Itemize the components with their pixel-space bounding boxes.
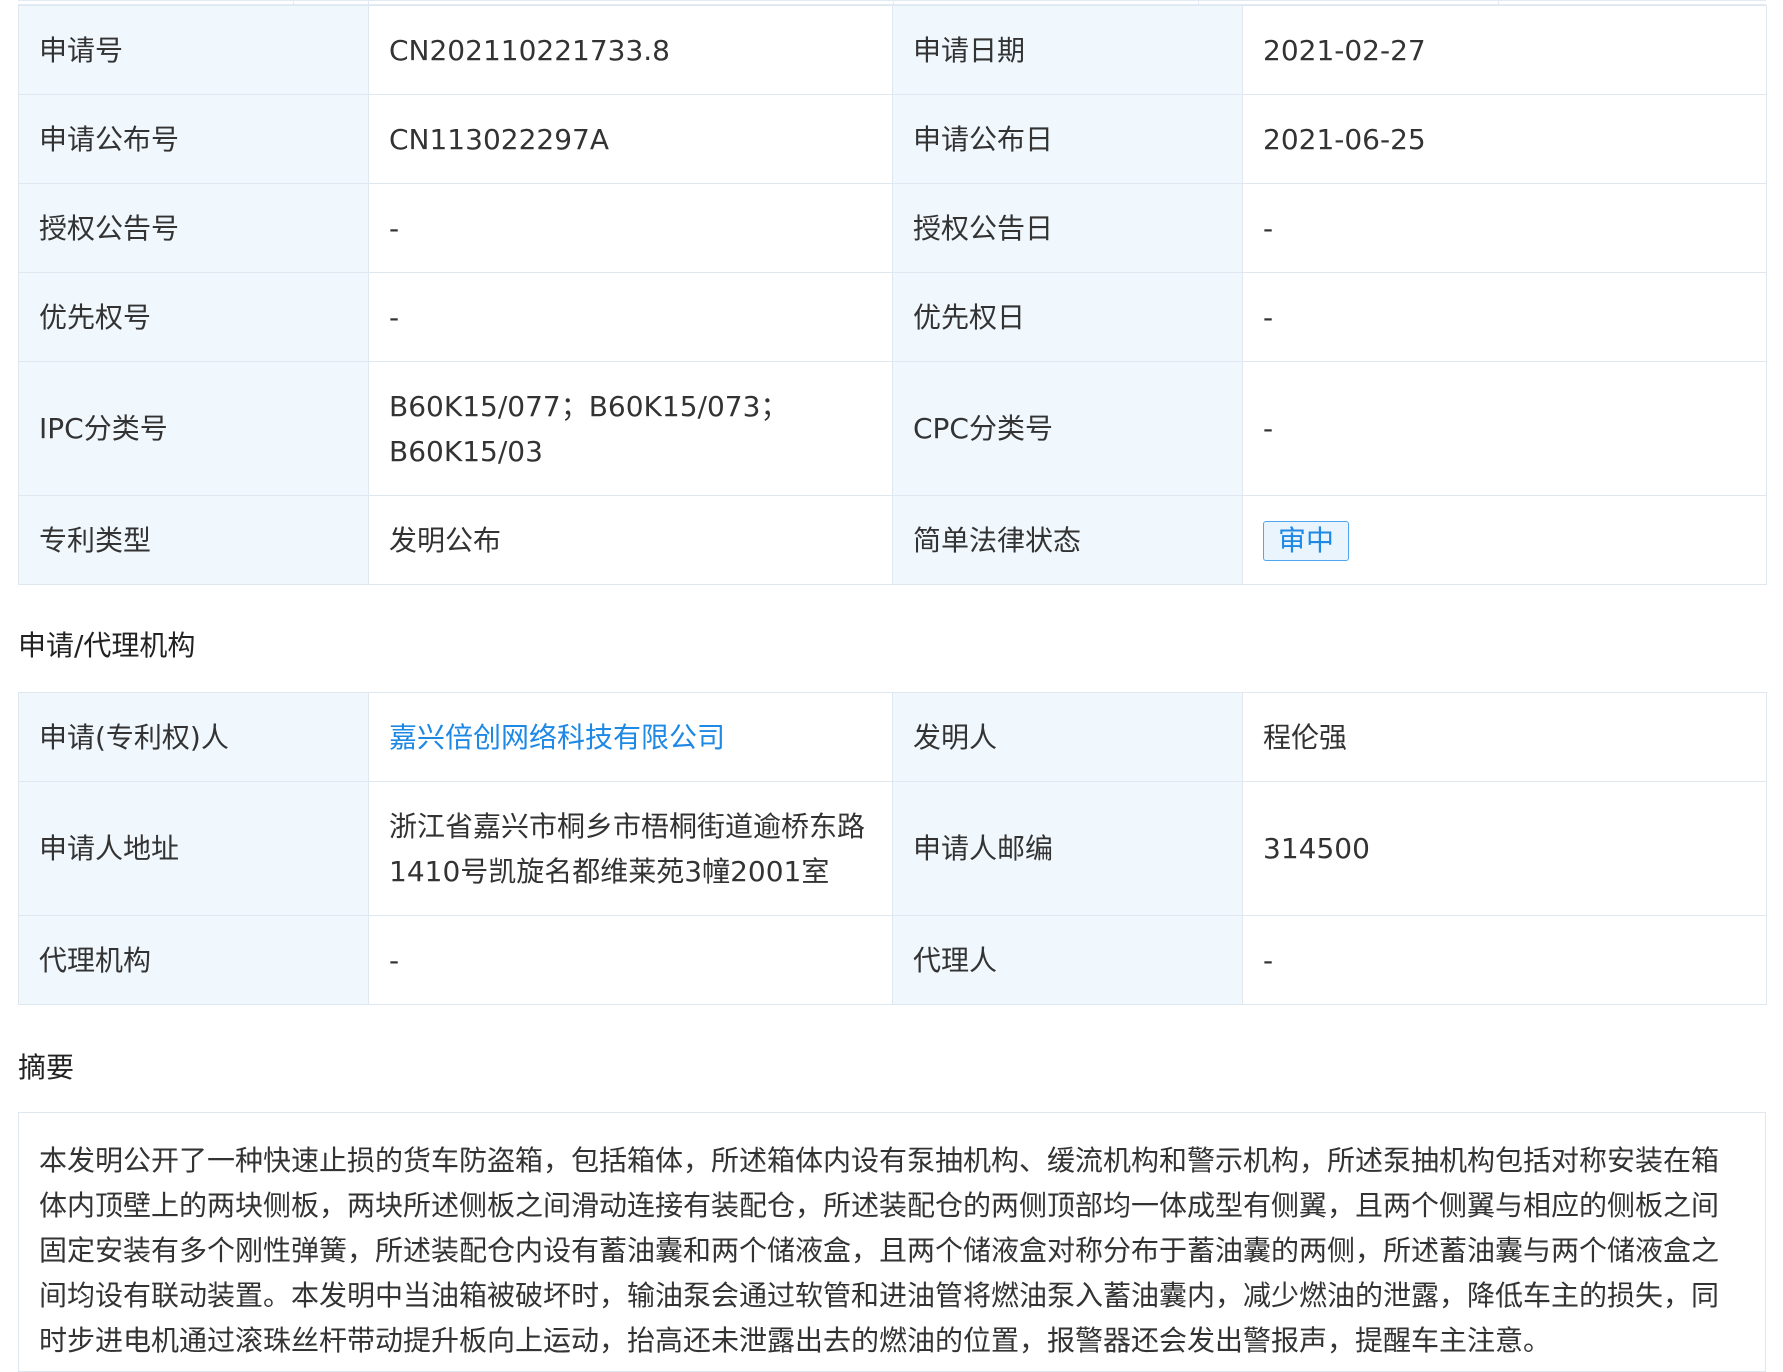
- agent-label: 代理人: [892, 915, 1243, 1005]
- table-row: 申请号 CN202110221733.8 申请日期 2021-02-27: [18, 5, 1767, 95]
- priority-number-label: 优先权号: [18, 272, 369, 362]
- legal-status-cell: 审中: [1242, 495, 1767, 585]
- applicant-postcode-label: 申请人邮编: [892, 781, 1243, 916]
- table-row: 优先权号 - 优先权日 -: [18, 272, 1767, 362]
- application-number-label: 申请号: [18, 5, 369, 95]
- agency-value: -: [368, 915, 893, 1005]
- applicant-cell: 嘉兴倍创网络科技有限公司: [368, 692, 893, 782]
- priority-date-value: -: [1242, 272, 1767, 362]
- publication-date-label: 申请公布日: [892, 94, 1243, 184]
- patent-type-value: 发明公布: [368, 495, 893, 585]
- application-date-label: 申请日期: [892, 5, 1243, 95]
- cpc-value: -: [1242, 361, 1767, 496]
- publication-number-value: CN113022297A: [368, 94, 893, 184]
- agency-table: 申请(专利权)人 嘉兴倍创网络科技有限公司 发明人 程伦强 申请人地址 浙江省嘉…: [18, 692, 1767, 1005]
- applicant-label: 申请(专利权)人: [18, 692, 369, 782]
- inventor-value: 程伦强: [1242, 692, 1767, 782]
- agency-label: 代理机构: [18, 915, 369, 1005]
- table-row: 申请公布号 CN113022297A 申请公布日 2021-06-25: [18, 94, 1767, 184]
- table-row: 申请(专利权)人 嘉兴倍创网络科技有限公司 发明人 程伦强: [18, 692, 1767, 782]
- ipc-value: B60K15/077；B60K15/073；B60K15/03: [368, 361, 893, 496]
- application-number-value: CN202110221733.8: [368, 5, 893, 95]
- applicant-address-label: 申请人地址: [18, 781, 369, 916]
- table-row: 专利类型 发明公布 简单法律状态 审中: [18, 495, 1767, 585]
- agency-section-heading: 申请/代理机构: [18, 629, 196, 662]
- cpc-label: CPC分类号: [892, 361, 1243, 496]
- table-row: 申请人地址 浙江省嘉兴市桐乡市梧桐街道逾桥东路1410号凯旋名都维莱苑3幢200…: [18, 781, 1767, 916]
- legal-status-label: 简单法律状态: [892, 495, 1243, 585]
- abstract-text: 本发明公开了一种快速止损的货车防盗箱，包括箱体，所述箱体内设有泵抽机构、缓流机构…: [18, 1112, 1766, 1372]
- grant-number-label: 授权公告号: [18, 183, 369, 273]
- patent-type-label: 专利类型: [18, 495, 369, 585]
- publication-date-value: 2021-06-25: [1242, 94, 1767, 184]
- table-row: 代理机构 - 代理人 -: [18, 915, 1767, 1005]
- inventor-label: 发明人: [892, 692, 1243, 782]
- table-row: 授权公告号 - 授权公告日 -: [18, 183, 1767, 273]
- basic-info-table: 申请号 CN202110221733.8 申请日期 2021-02-27 申请公…: [18, 5, 1767, 585]
- agent-value: -: [1242, 915, 1767, 1005]
- applicant-link[interactable]: 嘉兴倍创网络科技有限公司: [389, 721, 725, 754]
- priority-number-value: -: [368, 272, 893, 362]
- applicant-address-value: 浙江省嘉兴市桐乡市梧桐街道逾桥东路1410号凯旋名都维莱苑3幢2001室: [368, 781, 893, 916]
- abstract-section-heading: 摘要: [18, 1051, 75, 1084]
- grant-date-value: -: [1242, 183, 1767, 273]
- status-badge[interactable]: 审中: [1263, 520, 1350, 561]
- grant-number-value: -: [368, 183, 893, 273]
- priority-date-label: 优先权日: [892, 272, 1243, 362]
- ipc-label: IPC分类号: [18, 361, 369, 496]
- grant-date-label: 授权公告日: [892, 183, 1243, 273]
- table-row: IPC分类号 B60K15/077；B60K15/073；B60K15/03 C…: [18, 361, 1767, 496]
- application-date-value: 2021-02-27: [1242, 5, 1767, 95]
- publication-number-label: 申请公布号: [18, 94, 369, 184]
- applicant-postcode-value: 314500: [1242, 781, 1767, 916]
